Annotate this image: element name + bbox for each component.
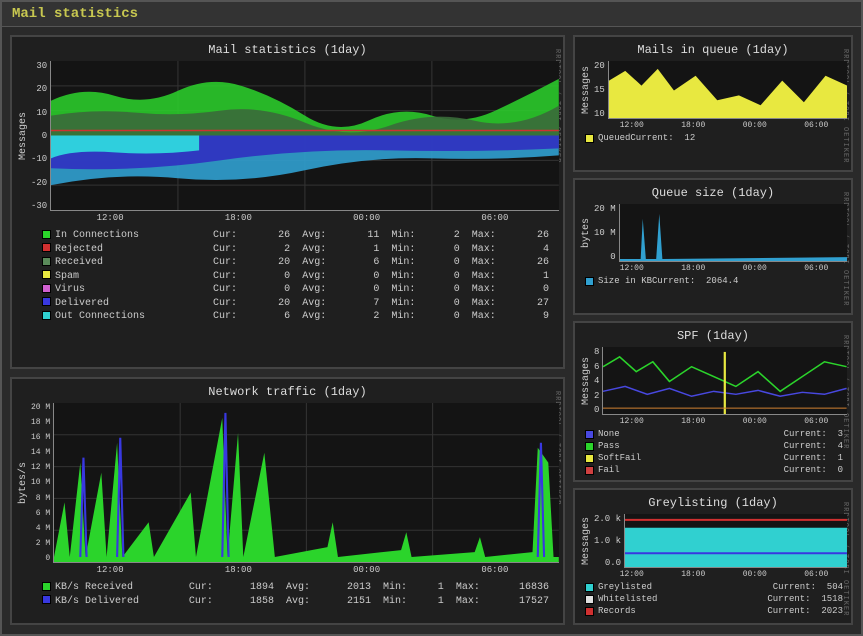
legend-grey: GreylistedCurrent: 504 WhitelistedCurrent…: [579, 579, 847, 617]
y-ticks: 20 M 10 M 0: [594, 204, 619, 262]
plot-area: [608, 61, 847, 119]
chart-title: Greylisting (1day): [579, 494, 847, 514]
y-ticks: 86 42 0: [594, 347, 602, 415]
legend-spf: NoneCurrent: 3 PassCurrent: 4 SoftFailCurr…: [579, 426, 847, 476]
legend-row: GreylistedCurrent: 504: [585, 582, 843, 592]
legend-row: Size in KBCurrent: 2064.4: [585, 276, 738, 286]
x-ticks: 12:00 18:00 00:00 06:00: [16, 563, 559, 575]
legend-row: Out ConnectionsCur:6Avg:2Min:0Max:9: [36, 310, 555, 324]
chart-title: SPF (1day): [579, 327, 847, 347]
legend-row: In ConnectionsCur:26Avg:11Min:2Max:26: [36, 229, 555, 243]
chart-spf: RRDTOOL / TOBI OETIKER SPF (1day) Messag…: [573, 321, 853, 482]
legend-row: SpamCur:0Avg:0Min:0Max:1: [36, 270, 555, 284]
legend-row: DeliveredCur:20Avg:7Min:0Max:27: [36, 297, 555, 311]
y-ticks: 20 M18 M 16 M14 M 12 M10 M 8 M6 M 4 M2 M…: [31, 403, 53, 563]
left-column: RRDTOOL / TOBI OETIKER Mail statistics (…: [10, 35, 565, 625]
y-ticks: 20 15 10: [594, 61, 608, 119]
y-axis-label: Messages: [579, 61, 594, 119]
legend-row: RejectedCur:2Avg:1Min:0Max:4: [36, 243, 555, 257]
legend-row: ReceivedCur:20Avg:6Min:0Max:26: [36, 256, 555, 270]
plot-area: [50, 61, 559, 211]
chart-greylisting: RRDTOOL / TOBI OETIKER Greylisting (1day…: [573, 488, 853, 625]
legend-row: FailCurrent: 0: [585, 465, 843, 475]
chart-title: Mail statistics (1day): [16, 41, 559, 61]
y-axis-label: Messages: [579, 347, 594, 415]
x-ticks: 12:0018:00 00:0006:00: [579, 568, 847, 579]
plot-area: [602, 347, 847, 415]
content-grid: RRDTOOL / TOBI OETIKER Mail statistics (…: [2, 27, 861, 633]
legend-row: PassCurrent: 4: [585, 441, 843, 451]
right-column: RRDTOOL / TOBI OETIKER Mails in queue (1…: [573, 35, 853, 625]
legend-row: QueuedCurrent: 12: [585, 133, 695, 143]
legend-row: VirusCur:0Avg:0Min:0Max:0: [36, 283, 555, 297]
y-axis-label: Messages: [16, 61, 31, 211]
legend-queue: QueuedCurrent: 12: [579, 130, 847, 144]
y-axis-label: bytes/s: [16, 403, 31, 563]
legend-network: KB/s ReceivedCur:1894Avg:2013Min:1Max:16…: [16, 575, 559, 610]
x-ticks: 12:0018:00 00:0006:00: [579, 262, 847, 273]
app-window: Mail statistics RRDTOOL / TOBI OETIKER M…: [0, 0, 863, 636]
chart-mail-statistics: RRDTOOL / TOBI OETIKER Mail statistics (…: [10, 35, 565, 369]
y-ticks: 2.0 k 1.0 k 0.0: [594, 514, 624, 568]
y-axis-label: bytes: [579, 204, 594, 262]
legend-row: WhitelistedCurrent: 1518: [585, 594, 843, 604]
legend-row: SoftFailCurrent: 1: [585, 453, 843, 463]
legend-row: KB/s ReceivedCur:1894Avg:2013Min:1Max:16…: [36, 581, 555, 595]
chart-queue-size: RRDTOOL / TOBI OETIKER Queue size (1day)…: [573, 178, 853, 315]
chart-title: Network traffic (1day): [16, 383, 559, 403]
chart-title: Queue size (1day): [579, 184, 847, 204]
plot-area: [624, 514, 847, 568]
x-ticks: 12:0018:00 00:0006:00: [579, 119, 847, 130]
page-title: Mail statistics: [2, 2, 861, 27]
legend-qsize: Size in KBCurrent: 2064.4: [579, 273, 847, 287]
y-axis-label: Messages: [579, 514, 594, 568]
legend-mailstats: In ConnectionsCur:26Avg:11Min:2Max:26Rej…: [16, 223, 559, 326]
x-ticks: 12:0018:00 00:0006:00: [579, 415, 847, 426]
x-ticks: 12:00 18:00 00:00 06:00: [16, 211, 559, 223]
legend-row: KB/s DeliveredCur:1858Avg:2151Min:1Max:1…: [36, 595, 555, 609]
plot-area: [53, 403, 559, 563]
chart-network-traffic: RRDTOOL / TOBI OETIKER Network traffic (…: [10, 377, 565, 625]
legend-row: RecordsCurrent: 2023: [585, 606, 843, 616]
plot-area: [619, 204, 847, 262]
chart-title: Mails in queue (1day): [579, 41, 847, 61]
chart-mails-in-queue: RRDTOOL / TOBI OETIKER Mails in queue (1…: [573, 35, 853, 172]
legend-row: NoneCurrent: 3: [585, 429, 843, 439]
y-ticks: 30 20 10 0 -10 -20 -30: [31, 61, 50, 211]
